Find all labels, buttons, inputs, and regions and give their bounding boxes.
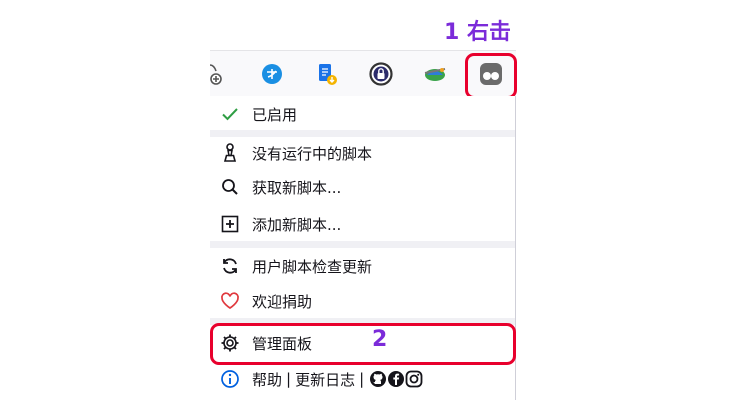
download-doc-icon[interactable]	[314, 61, 340, 87]
link-separator: |	[286, 370, 292, 388]
annotation-step2-number: 2	[372, 327, 388, 352]
bookmark-add-icon[interactable]	[206, 61, 232, 87]
vpn-lock-icon[interactable]	[368, 61, 394, 87]
annotation-box-extension	[465, 53, 517, 99]
annotation-step1-text: 右击	[466, 20, 511, 45]
menu-item-label: 已启用	[252, 105, 298, 124]
facebook-icon[interactable]	[387, 370, 405, 388]
changelog-link[interactable]: 更新日志	[295, 369, 355, 390]
annotation-step1: 1 右击	[444, 14, 511, 46]
menu-item-label: 没有运行中的脚本	[252, 144, 373, 163]
menu-item-label: 用户脚本检查更新	[252, 257, 373, 276]
annotation-box-dashboard	[210, 323, 516, 365]
footer-links: 帮助 | 更新日志 |	[252, 369, 423, 390]
instagram-icon[interactable]	[405, 370, 423, 388]
menu-item-add-script[interactable]: 添加新脚本...	[210, 208, 515, 240]
annotation-step2: 2	[372, 327, 387, 352]
chess-pawn-icon	[220, 143, 240, 163]
translate-icon[interactable]	[259, 61, 285, 87]
menu-item-donate[interactable]: 欢迎捐助	[210, 285, 515, 317]
menu-item-label: 获取新脚本...	[252, 178, 342, 197]
heart-icon	[220, 291, 240, 311]
search-icon	[220, 177, 240, 197]
menu-item-label: 添加新脚本...	[252, 215, 342, 234]
menu-item-check-updates[interactable]: 用户脚本检查更新	[210, 250, 515, 282]
menu-item-label: 欢迎捐助	[252, 292, 313, 311]
github-icon[interactable]	[369, 370, 387, 388]
annotation-step1-number: 1	[444, 20, 460, 45]
menu-item-enabled[interactable]: 已启用	[210, 98, 515, 130]
separator	[210, 241, 515, 248]
menu-footer: 帮助 | 更新日志 |	[210, 363, 515, 395]
plus-square-icon	[220, 214, 240, 234]
separator	[210, 130, 515, 137]
refresh-icon	[220, 256, 240, 276]
help-link[interactable]: 帮助	[252, 369, 282, 390]
link-separator: |	[359, 370, 365, 388]
check-icon	[220, 104, 240, 124]
info-icon	[220, 369, 240, 389]
menu-item-no-scripts: 没有运行中的脚本	[210, 137, 515, 169]
menu-item-get-scripts[interactable]: 获取新脚本...	[210, 171, 515, 203]
earth-icon[interactable]	[422, 61, 448, 87]
